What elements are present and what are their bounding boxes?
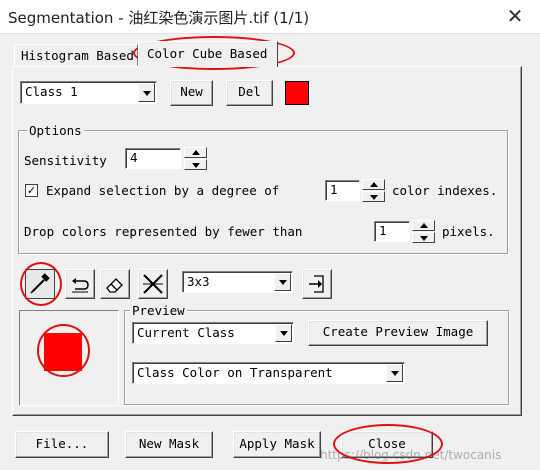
chevron-down-icon <box>420 236 428 241</box>
file-button[interactable]: File... <box>15 431 109 458</box>
drop-spinner[interactable] <box>412 220 435 243</box>
drop-field[interactable]: 1 <box>374 221 410 242</box>
class-select-arrow[interactable] <box>138 83 155 102</box>
preview-mode-select[interactable]: Class Color on Transparent <box>132 362 405 384</box>
tab-histogram-based[interactable]: Histogram Based <box>14 44 138 66</box>
export-button[interactable] <box>302 269 332 299</box>
preview-mode-value: Class Color on Transparent <box>137 365 333 380</box>
class-color-swatch[interactable] <box>285 81 309 105</box>
clear-icon <box>143 274 163 294</box>
spin-up[interactable] <box>184 147 207 158</box>
chevron-down-icon <box>279 280 287 285</box>
drop-value: 1 <box>379 223 387 238</box>
preview-label: Preview <box>130 303 187 318</box>
preview-source-value: Current Class <box>137 325 235 340</box>
export-icon <box>309 275 324 293</box>
options-label: Options <box>27 123 84 138</box>
drop-suffix: pixels. <box>442 224 495 239</box>
chevron-up-icon <box>420 223 428 228</box>
clear-button[interactable] <box>138 269 168 299</box>
class-select[interactable]: Class 1 <box>20 81 157 104</box>
preview-source-select[interactable]: Current Class <box>132 322 294 344</box>
window-title: Segmentation - 油红染色演示图片.tif (1/1) <box>8 9 310 27</box>
chevron-down-icon <box>280 331 288 336</box>
tab-label: Histogram Based <box>21 48 134 63</box>
close-window-icon[interactable]: ✕ <box>500 2 530 30</box>
apply-mask-button[interactable]: Apply Mask <box>233 431 321 458</box>
eraser-button[interactable] <box>100 269 130 299</box>
eyedropper-icon <box>30 273 50 294</box>
kernel-size-value: 3x3 <box>187 274 210 289</box>
tab-color-cube-based[interactable]: Color Cube Based <box>138 41 278 67</box>
preview-mode-arrow[interactable] <box>386 364 403 382</box>
preview-color-swatch <box>44 333 82 371</box>
expand-spinner[interactable] <box>362 179 385 202</box>
sensitivity-spinner[interactable] <box>184 147 207 170</box>
sensitivity-value: 4 <box>130 150 138 165</box>
sensitivity-label: Sensitivity <box>24 153 107 168</box>
drop-label: Drop colors represented by fewer than <box>24 224 303 239</box>
sensitivity-field[interactable]: 4 <box>125 148 181 169</box>
eyedropper-button[interactable] <box>25 269 55 299</box>
chevron-up-icon <box>192 150 200 155</box>
title-bar: Segmentation - 油红染色演示图片.tif (1/1) ✕ <box>0 0 540 34</box>
tab-label: Color Cube Based <box>147 46 268 61</box>
kernel-size-select[interactable]: 3x3 <box>182 271 293 293</box>
spin-up[interactable] <box>362 179 385 190</box>
expand-field[interactable]: 1 <box>325 180 360 201</box>
spin-up[interactable] <box>412 220 435 231</box>
check-icon: ✓ <box>26 184 37 197</box>
chevron-up-icon <box>370 182 378 187</box>
undo-button[interactable] <box>65 269 95 299</box>
class-select-value: Class 1 <box>25 84 78 99</box>
spin-down[interactable] <box>412 232 435 243</box>
delete-class-button[interactable]: Del <box>226 80 273 106</box>
create-preview-button[interactable]: Create Preview Image <box>308 320 488 346</box>
new-mask-button[interactable]: New Mask <box>125 431 213 458</box>
chevron-down-icon <box>370 195 378 200</box>
chevron-down-icon <box>143 91 151 96</box>
spin-down[interactable] <box>184 159 207 170</box>
expand-label: Expand selection by a degree of <box>46 183 280 198</box>
chevron-down-icon <box>192 163 200 168</box>
undo-icon <box>72 278 89 293</box>
expand-suffix: color indexes. <box>392 183 498 198</box>
chevron-down-icon <box>391 371 399 376</box>
expand-value: 1 <box>330 182 338 197</box>
preview-source-arrow[interactable] <box>275 324 292 342</box>
new-class-button[interactable]: New <box>170 80 213 106</box>
expand-checkbox[interactable]: ✓ <box>25 184 38 197</box>
spin-down[interactable] <box>362 191 385 202</box>
watermark: https://blog.csdn.net/twocanis <box>320 448 502 462</box>
eraser-icon <box>106 278 123 293</box>
kernel-size-arrow[interactable] <box>274 273 291 291</box>
